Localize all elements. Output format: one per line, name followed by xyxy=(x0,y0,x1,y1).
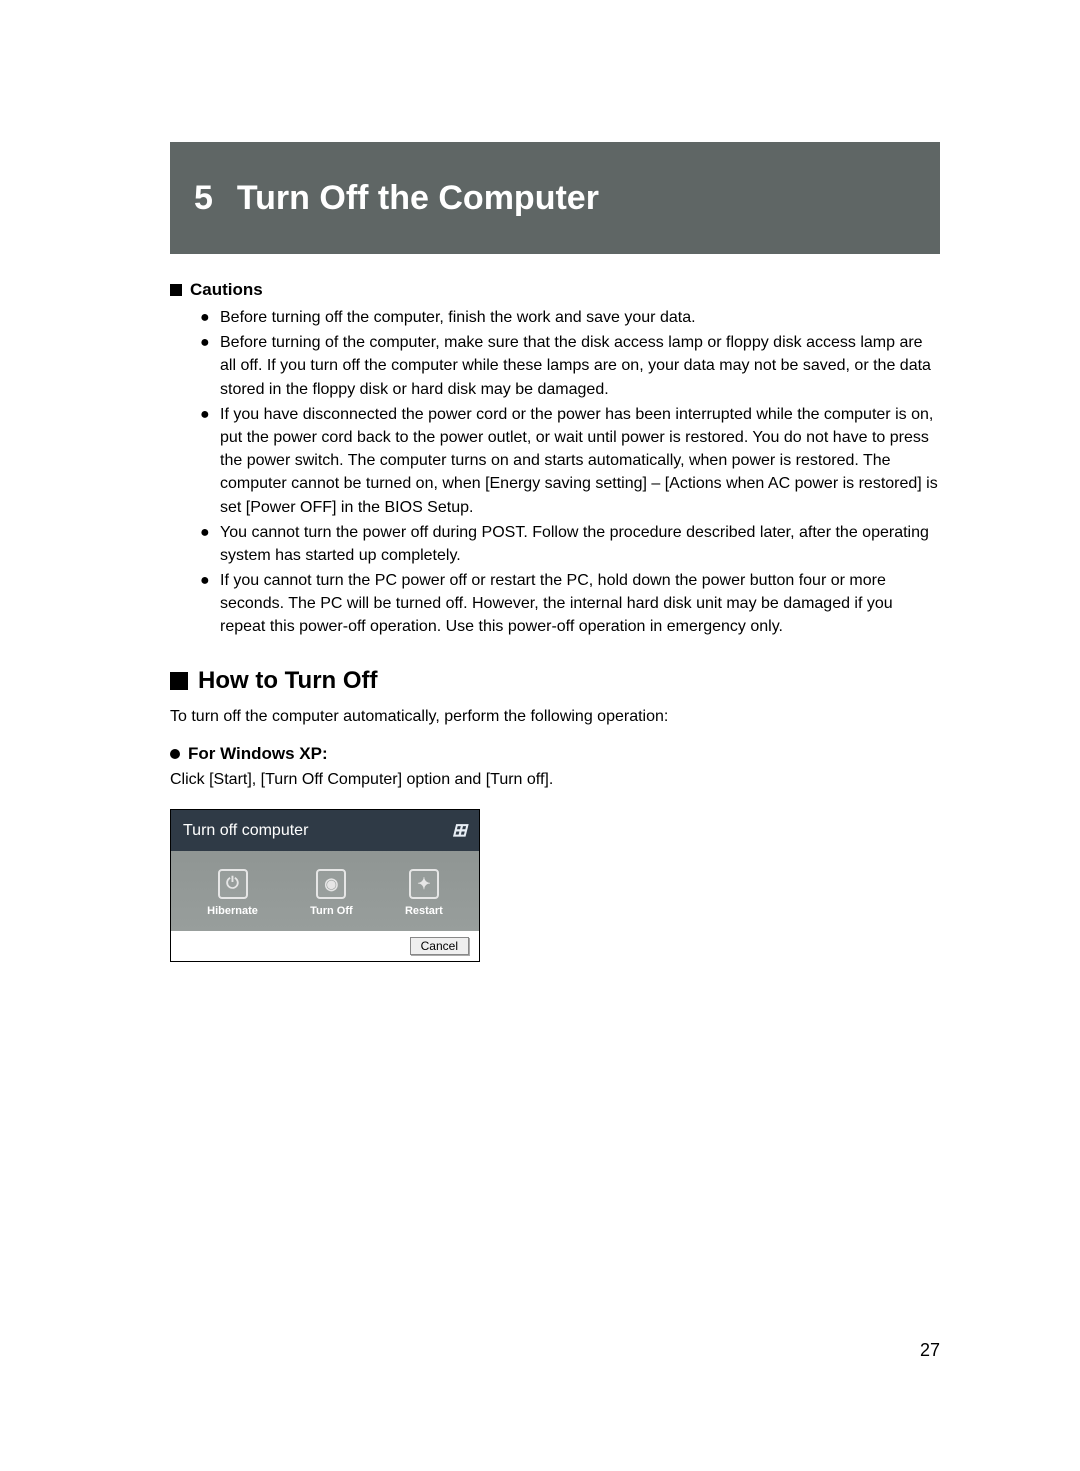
caution-text: Before turning off the computer, finish … xyxy=(220,306,940,329)
turnoff-button[interactable]: ◉ Turn Off xyxy=(310,869,353,917)
xp-heading-text: For Windows XP: xyxy=(188,744,328,764)
bullet-icon: ● xyxy=(200,306,220,329)
cautions-heading: Cautions xyxy=(170,280,940,300)
cancel-button[interactable]: Cancel xyxy=(410,937,469,955)
xp-heading: For Windows XP: xyxy=(170,744,940,764)
hibernate-button[interactable]: ⏻ Hibernate xyxy=(207,869,258,917)
dialog-title: Turn off computer xyxy=(183,822,308,840)
turnoff-dialog: Turn off computer ⊞ ⏻ Hibernate ◉ Turn O… xyxy=(170,809,480,962)
list-item: ●Before turning of the computer, make su… xyxy=(200,331,940,401)
howto-heading: How to Turn Off xyxy=(170,667,940,695)
bullet-icon: ● xyxy=(200,569,220,639)
caution-text: You cannot turn the power off during POS… xyxy=(220,521,940,567)
hibernate-label: Hibernate xyxy=(207,905,258,917)
cautions-list: ●Before turning off the computer, finish… xyxy=(170,306,940,639)
dialog-body: ⏻ Hibernate ◉ Turn Off ✦ Restart xyxy=(171,851,479,931)
dialog-footer: Cancel xyxy=(171,931,479,961)
xp-instruction: Click [Start], [Turn Off Computer] optio… xyxy=(170,768,940,791)
list-item: ●If you cannot turn the PC power off or … xyxy=(200,569,940,639)
caution-text: If you cannot turn the PC power off or r… xyxy=(220,569,940,639)
chapter-banner: 5 Turn Off the Computer xyxy=(170,142,940,254)
list-item: ●If you have disconnected the power cord… xyxy=(200,403,940,519)
restart-icon: ✦ xyxy=(409,869,439,899)
turnoff-icon: ◉ xyxy=(316,869,346,899)
dialog-header: Turn off computer ⊞ xyxy=(171,810,479,851)
power-icon: ⏻ xyxy=(218,869,248,899)
bullet-icon: ● xyxy=(200,521,220,567)
chapter-number: 5 xyxy=(194,179,213,218)
black-square-icon xyxy=(170,284,182,296)
howto-intro: To turn off the computer automatically, … xyxy=(170,705,940,728)
turnoff-label: Turn Off xyxy=(310,905,353,917)
black-circle-icon xyxy=(170,749,180,759)
cautions-heading-text: Cautions xyxy=(190,280,263,300)
bullet-icon: ● xyxy=(200,403,220,519)
restart-label: Restart xyxy=(405,905,443,917)
windows-flag-icon: ⊞ xyxy=(452,820,467,841)
black-square-icon xyxy=(170,672,188,690)
howto-heading-text: How to Turn Off xyxy=(198,667,378,695)
page-number: 27 xyxy=(920,1340,940,1361)
caution-text: Before turning of the computer, make sur… xyxy=(220,331,940,401)
bullet-icon: ● xyxy=(200,331,220,401)
chapter-title: Turn Off the Computer xyxy=(237,179,599,218)
list-item: ●You cannot turn the power off during PO… xyxy=(200,521,940,567)
restart-button[interactable]: ✦ Restart xyxy=(405,869,443,917)
list-item: ●Before turning off the computer, finish… xyxy=(200,306,940,329)
caution-text: If you have disconnected the power cord … xyxy=(220,403,940,519)
